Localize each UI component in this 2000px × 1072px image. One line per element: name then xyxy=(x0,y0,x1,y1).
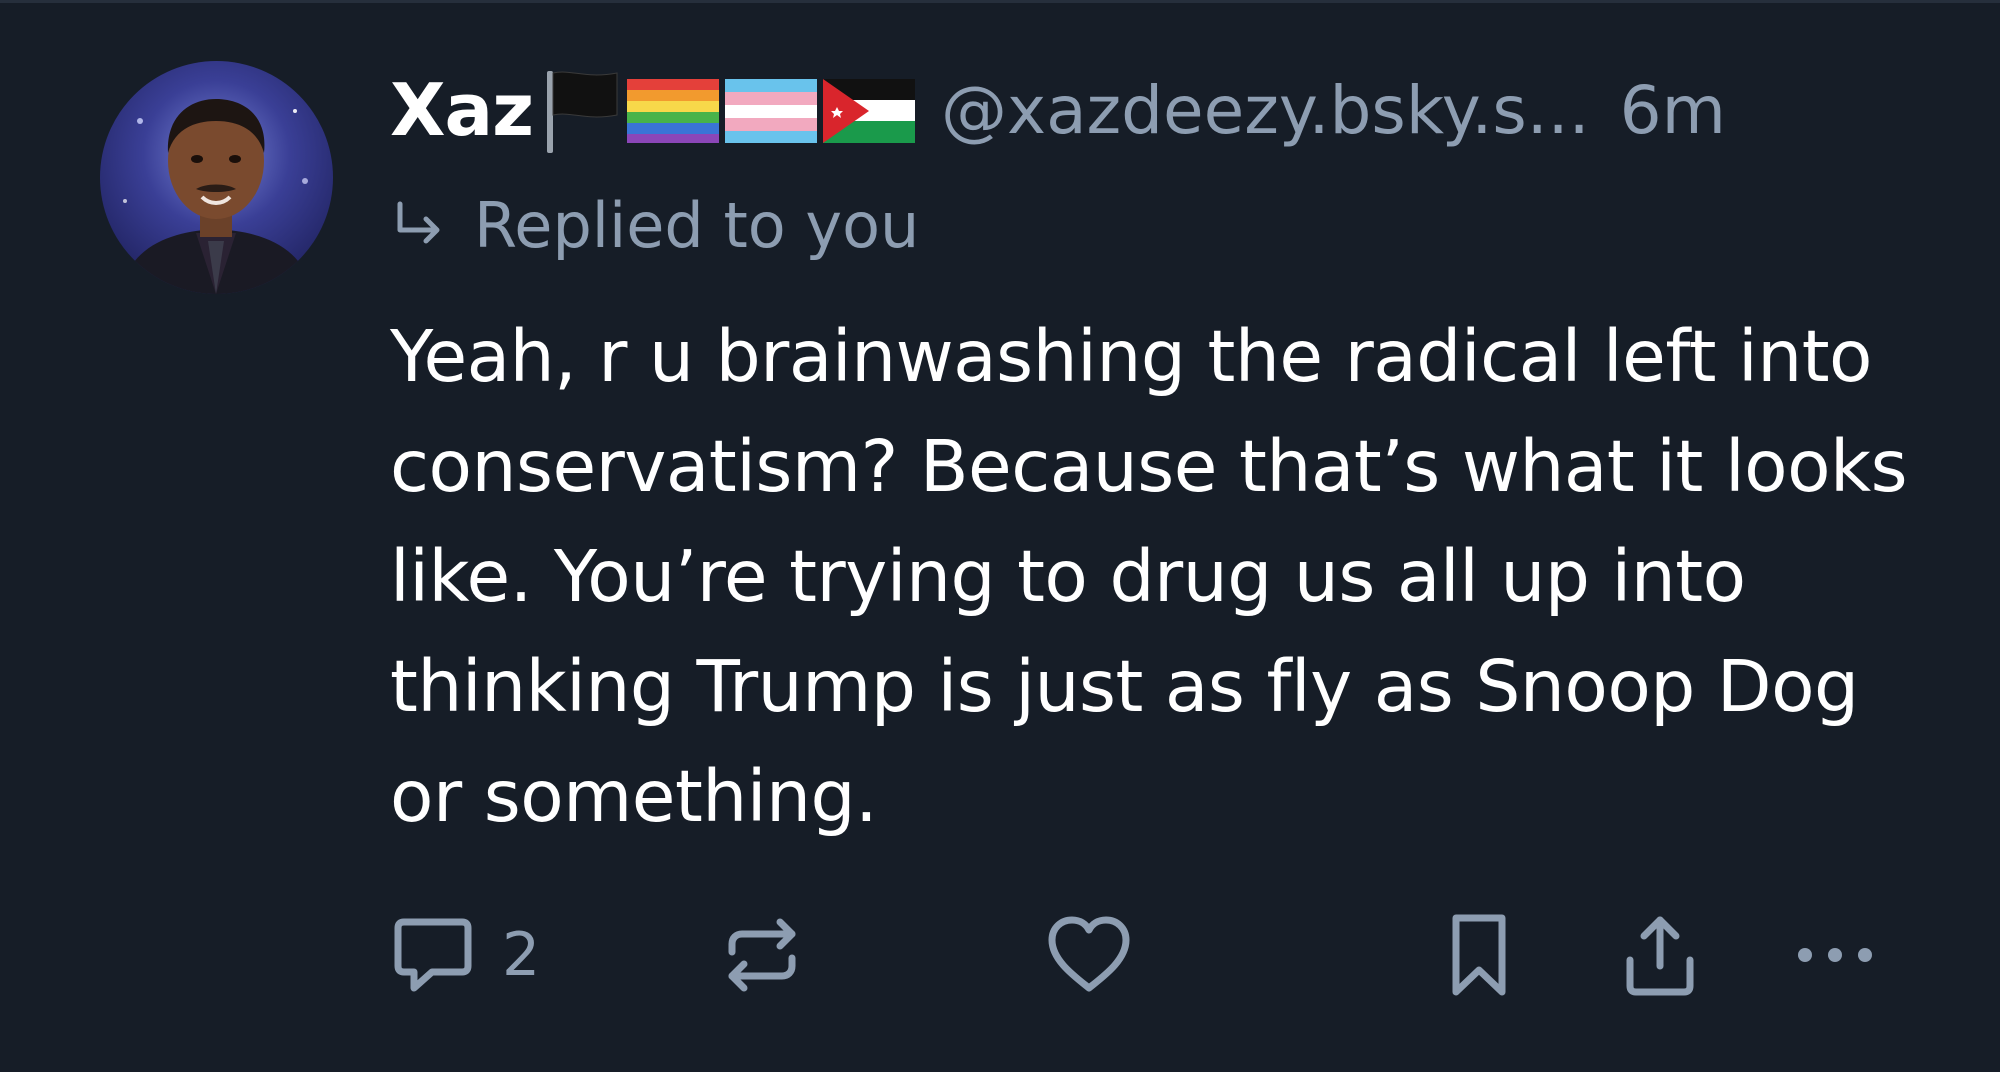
reply-count: 2 xyxy=(502,920,541,990)
more-icon xyxy=(1798,948,1872,962)
like-icon xyxy=(1048,916,1130,992)
repost-button[interactable] xyxy=(720,905,804,1005)
share-icon xyxy=(1626,916,1694,996)
author-flags xyxy=(541,65,916,155)
share-button[interactable] xyxy=(1620,905,1700,1005)
rainbow-flag-icon xyxy=(627,79,720,143)
black-flag-icon xyxy=(547,71,618,153)
reply-button[interactable]: 2 xyxy=(390,905,540,1005)
transgender-flag-icon xyxy=(725,79,818,143)
post-header: Xaz @xazdeezy.bsky.s... 6m xyxy=(390,60,1726,160)
reply-context-label: Replied to you xyxy=(474,188,920,262)
reply-icon xyxy=(394,918,472,992)
bookmark-icon xyxy=(1452,914,1506,996)
bookmark-button[interactable] xyxy=(1444,905,1514,1005)
author-display-name[interactable]: Xaz xyxy=(390,68,534,152)
reply-arrow-icon xyxy=(397,201,440,244)
avatar-image xyxy=(100,61,333,294)
reply-context: Replied to you xyxy=(390,180,919,270)
more-options-button[interactable] xyxy=(1790,905,1880,1005)
author-handle[interactable]: @xazdeezy.bsky.s... xyxy=(941,72,1590,149)
top-divider xyxy=(0,0,2000,3)
post-text: Yeah, r u brainwashing the radical left … xyxy=(390,315,1908,838)
repost-icon xyxy=(728,918,796,992)
jordan-flag-icon xyxy=(823,79,916,143)
post-card[interactable]: Xaz @xazdeezy.bsky.s... 6m Replied to yo… xyxy=(0,0,2000,1072)
post-timestamp[interactable]: 6m xyxy=(1620,72,1726,149)
action-bar: 2 xyxy=(390,905,1890,1005)
like-button[interactable] xyxy=(1044,905,1134,1005)
avatar[interactable] xyxy=(100,61,333,294)
